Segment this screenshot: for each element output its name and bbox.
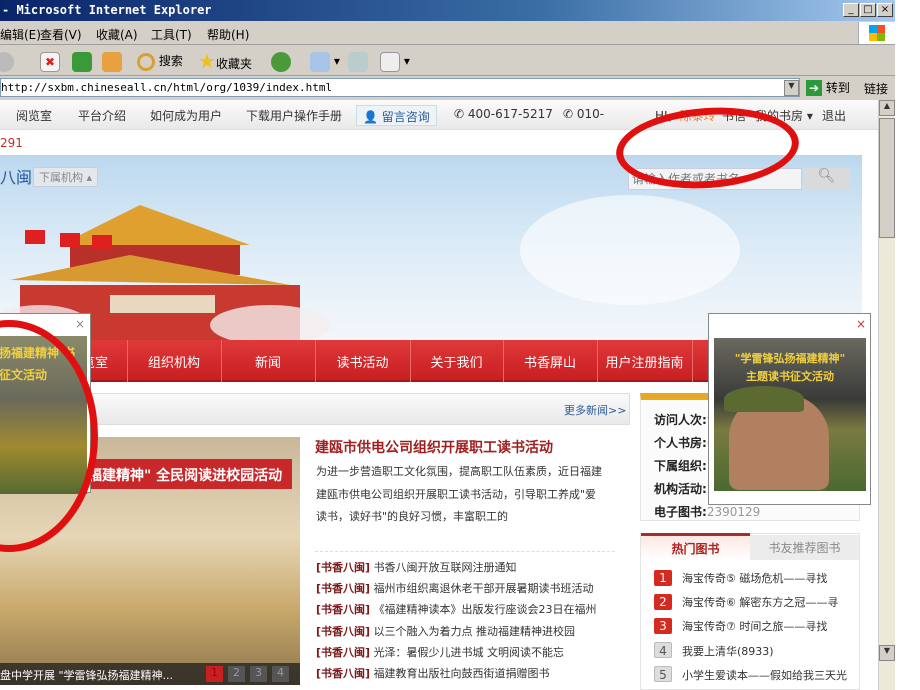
nav-tab-about-us[interactable]: 关于我们 xyxy=(410,352,503,371)
news-summary-line: 读书，读好书"的良好习惯，丰富职工的 xyxy=(316,510,509,523)
news-item[interactable]: [书香八闽] 福建教育出版社向鼓西街道捐赠图书 xyxy=(316,665,550,681)
star-icon: ★ xyxy=(198,49,216,73)
book-item[interactable]: 2 海宝传奇⑥ 解密东方之冠——寻 xyxy=(654,594,838,610)
nav-download-manual[interactable]: 下载用户操作手册 xyxy=(246,107,342,124)
magnifier-icon: 🔍︎ xyxy=(817,168,836,184)
favorites-button[interactable]: ★收藏夹 xyxy=(198,50,252,72)
nav-reading-room[interactable]: 阅览室 xyxy=(16,107,52,124)
news-item[interactable]: [书香八闽] 福州市组织离退休老干部开展暑期读书班活动 xyxy=(316,580,594,596)
favorites-label: 收藏夹 xyxy=(215,57,252,71)
go-button[interactable]: ➔ 转到 xyxy=(806,79,850,96)
right-ad-title: "学雷锋弘扬福建精神" xyxy=(734,352,846,365)
stat-ebooks: 电子图书:2390129 xyxy=(654,505,761,519)
book-item[interactable]: 4 我要上清华(8933) xyxy=(654,642,774,659)
forward-button[interactable] xyxy=(0,50,14,72)
home-icon[interactable] xyxy=(102,50,122,72)
phone-2-continued: 291 xyxy=(0,136,23,150)
news-item[interactable]: [书香八闽] 以三个融入为着力点 推动福建精神进校园 xyxy=(316,623,575,639)
nav-tab-reading-activities[interactable]: 读书活动 xyxy=(315,352,410,371)
photo-caption[interactable]: 盘中学开展 "学雷锋弘扬福建精神... xyxy=(0,667,173,683)
news-item[interactable]: [书香八闽] 《福建精神读本》出版发行座谈会23日在福州 xyxy=(316,601,597,617)
stop-icon[interactable]: ✖ xyxy=(40,50,60,72)
web-page: 阅览室 平台介绍 如何成为用户 下载用户操作手册 👤 留言咨询 ✆ 400-61… xyxy=(0,100,878,690)
book-item[interactable]: 5 小学生爱读本——假如给我三天光 xyxy=(654,666,847,683)
user-icon: 👤 xyxy=(363,110,378,124)
more-news-link[interactable]: 更多新闻>> xyxy=(564,402,626,418)
minimize-button[interactable]: _ xyxy=(843,3,859,17)
menu-help[interactable]: 帮助(H) xyxy=(207,26,249,43)
address-dropdown-icon[interactable]: ▼ xyxy=(784,80,799,96)
menu-edit[interactable]: 编辑(E) xyxy=(0,26,41,43)
search-label: 搜索 xyxy=(158,54,183,68)
menu-view[interactable]: 查看(V) xyxy=(40,26,82,43)
nav-how-to-join[interactable]: 如何成为用户 xyxy=(150,107,222,124)
stat-visits: 访问人次:9 xyxy=(654,413,714,427)
scroll-down-icon[interactable]: ▼ xyxy=(879,645,895,661)
toolbar: ✖ 搜索 ★收藏夹 ▾ ▾ xyxy=(0,45,900,76)
go-label: 转到 xyxy=(825,81,850,95)
close-button[interactable]: × xyxy=(877,3,893,17)
links-button[interactable]: 链接 xyxy=(864,80,888,97)
address-input[interactable]: http://sxbm.chineseall.cn/html/org/1039/… xyxy=(0,78,800,97)
right-ad-subtitle: 主题读书征文活动 xyxy=(746,370,834,383)
news-item[interactable]: [书香八闽] 书香八闽开放互联网注册通知 xyxy=(316,559,517,575)
site-title: 八闽 xyxy=(0,168,33,187)
phone-icon: ✆ xyxy=(454,107,465,121)
refresh-icon[interactable] xyxy=(72,50,92,72)
news-headline[interactable]: 建瓯市供电公司组织开展职工读书活动 xyxy=(315,437,553,457)
slide-2[interactable]: 2 xyxy=(228,666,245,682)
scroll-thumb[interactable] xyxy=(879,118,895,238)
consult-label: 留言咨询 xyxy=(381,110,430,124)
address-bar: http://sxbm.chineseall.cn/html/org/1039/… xyxy=(0,76,900,100)
nav-tab-registration-guide[interactable]: 用户注册指南 xyxy=(597,352,692,371)
print-icon[interactable] xyxy=(348,50,368,72)
menu-bar: 编辑(E) 查看(V) 收藏(A) 工具(T) 帮助(H) xyxy=(0,21,900,45)
phone-1: ✆ 400-617-5217 xyxy=(454,107,553,121)
search-button[interactable]: 搜索 xyxy=(137,50,183,72)
logout-link[interactable]: 退出 xyxy=(822,107,846,124)
consult-button[interactable]: 👤 留言咨询 xyxy=(356,105,437,126)
tab-recommended-books[interactable]: 书友推荐图书 xyxy=(750,535,859,560)
photo-banner: 福建精神" 全民阅读进校园活动 xyxy=(70,459,292,489)
cloud xyxy=(520,195,740,305)
news-summary-line: 为进一步营造职工文化氛围，提高职工队伍素质，近日福建 xyxy=(316,465,602,478)
slide-3[interactable]: 3 xyxy=(250,666,267,682)
window-title: - Microsoft Internet Explorer xyxy=(2,3,212,17)
phone-2: ✆ 010- xyxy=(563,107,605,121)
news-summary-line: 建瓯市供电公司组织开展职工读书活动，引导职工养成"爱 xyxy=(316,488,597,501)
right-floating-ad[interactable]: × "学雷锋弘扬福建精神" 主题读书征文活动 xyxy=(708,313,871,505)
stat-activities: 机构活动:1 xyxy=(654,482,714,496)
news-item[interactable]: [书香八闽] 光泽：暑假少儿进书城 文明阅读不能忘 xyxy=(316,644,564,660)
maximize-button[interactable]: □ xyxy=(860,3,876,17)
slide-4[interactable]: 4 xyxy=(272,666,289,682)
nav-tab-organization[interactable]: 组织机构 xyxy=(127,352,221,371)
menu-tools[interactable]: 工具(T) xyxy=(151,26,192,43)
slide-1[interactable]: 1 xyxy=(206,666,223,682)
arrow-right-icon: ➔ xyxy=(806,80,822,96)
scroll-up-icon[interactable]: ▲ xyxy=(879,100,895,116)
close-ad-icon[interactable]: × xyxy=(75,317,85,331)
search-button[interactable]: 🔍︎ xyxy=(803,168,850,190)
windows-logo-icon xyxy=(858,22,895,44)
menu-favorites[interactable]: 收藏(A) xyxy=(96,26,138,43)
divider xyxy=(315,551,615,552)
sub-org-dropdown[interactable]: 下属机构 ▴ xyxy=(33,167,99,187)
stat-sub-orgs: 下属组织:1 xyxy=(654,459,714,473)
nav-tab-news[interactable]: 新闻 xyxy=(221,352,315,371)
book-item[interactable]: 3 海宝传奇⑦ 时间之旅——寻找 xyxy=(654,618,827,634)
close-ad-icon[interactable]: × xyxy=(856,317,866,331)
mail-icon[interactable]: ▾ xyxy=(310,50,340,72)
phone-icon: ✆ xyxy=(563,107,574,121)
nav-platform-intro[interactable]: 平台介绍 xyxy=(78,107,126,124)
window-title-bar: - Microsoft Internet Explorer xyxy=(0,0,900,21)
window-border xyxy=(895,0,920,690)
tab-hot-books[interactable]: 热门图书 xyxy=(641,533,750,560)
stat-personal-study: 个人书房:6 xyxy=(654,436,714,450)
book-item[interactable]: 1 海宝传奇⑤ 磁场危机——寻找 xyxy=(654,570,827,586)
history-icon[interactable] xyxy=(271,50,291,72)
edit-icon[interactable]: ▾ xyxy=(380,50,410,72)
vertical-scrollbar[interactable]: ▲ ▼ xyxy=(878,100,895,690)
nav-tab-pingshan[interactable]: 书香屏山 xyxy=(503,352,597,371)
